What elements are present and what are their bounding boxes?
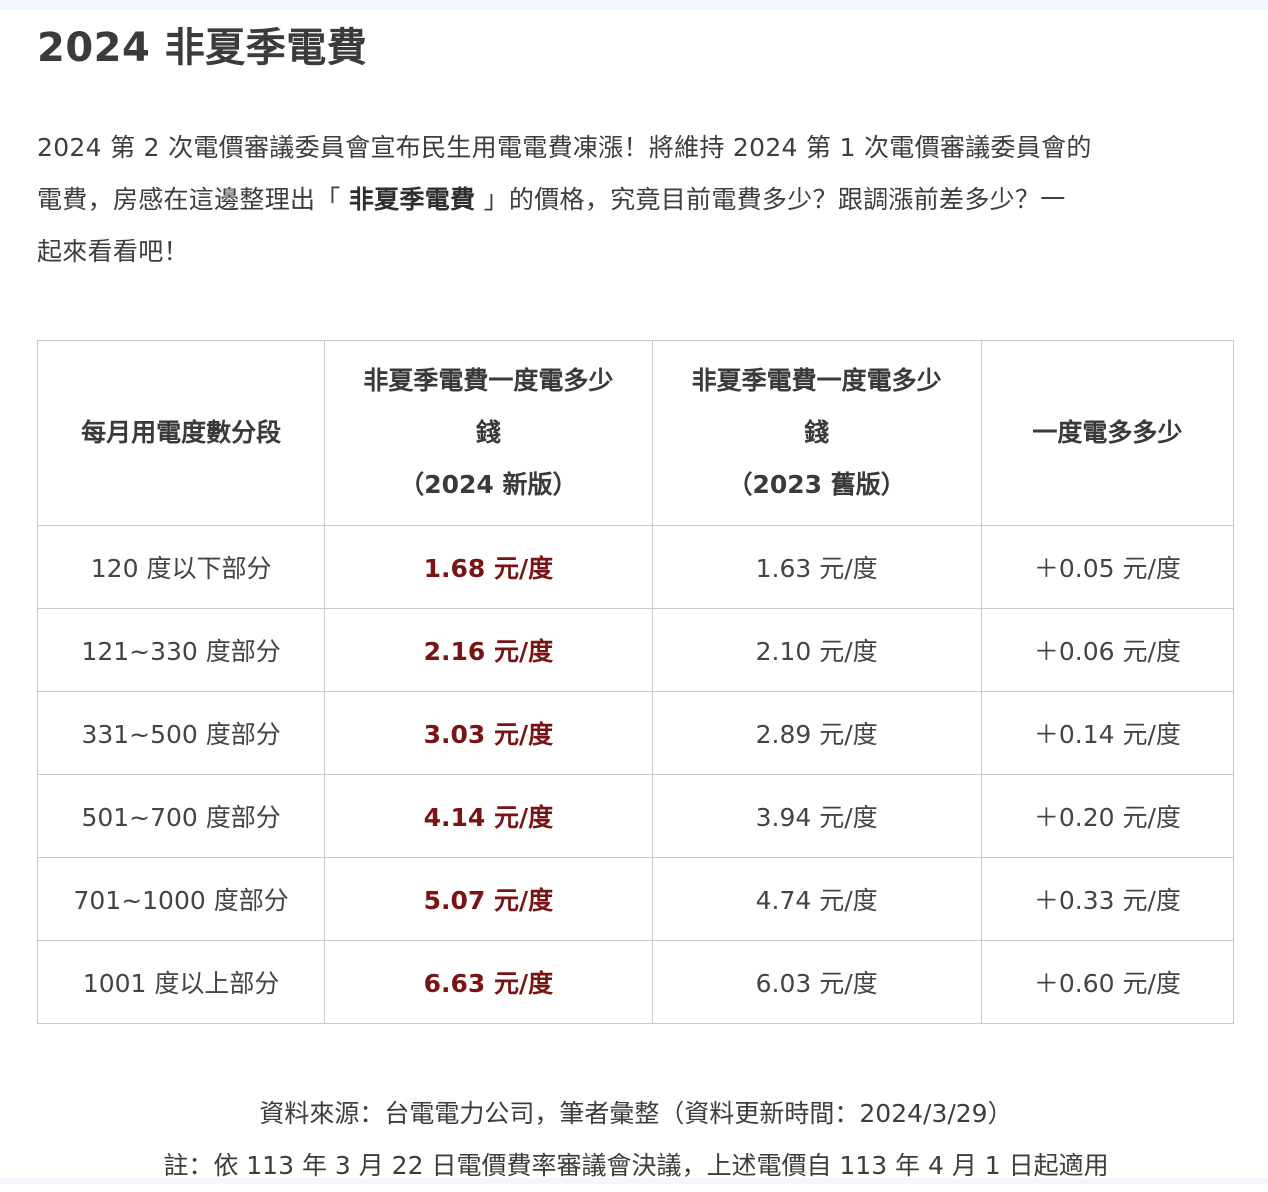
source-note: 資料來源：台電電力公司，筆者彙整（資料更新時間：2024/3/29） 註：依 1… — [37, 1088, 1235, 1192]
old-price-cell: 6.03 元/度 — [651, 940, 982, 1024]
top-divider — [0, 0, 1268, 10]
header-new-price-line2: 錢 — [475, 418, 501, 447]
header-new-price-line1: 非夏季電費一度電多少 — [363, 366, 614, 395]
new-price-cell: 3.03 元/度 — [324, 691, 653, 775]
difference-cell: ＋0.33 元/度 — [980, 857, 1235, 941]
table-row: 501~700 度部分 4.14 元/度 3.94 元/度 ＋0.20 元/度 — [36, 774, 1235, 858]
old-price-cell: 3.94 元/度 — [651, 774, 982, 858]
old-price-cell: 4.74 元/度 — [651, 857, 982, 941]
intro-highlight: 非夏季電費 — [348, 185, 476, 214]
intro-line-2-end: 」的價格，究竟目前電費多少？跟調漲前差多少？一 — [475, 185, 1066, 214]
table-row: 331~500 度部分 3.03 元/度 2.89 元/度 ＋0.14 元/度 — [36, 691, 1235, 775]
header-old-price-line2: 錢 — [804, 418, 830, 447]
header-new-price: 非夏季電費一度電多少 錢 （2024 新版） — [324, 340, 653, 526]
new-price-cell: 1.68 元/度 — [324, 525, 653, 609]
header-new-price-line3: （2024 新版） — [399, 470, 578, 499]
new-price-cell: 2.16 元/度 — [324, 608, 653, 692]
source-line: 資料來源：台電電力公司，筆者彙整（資料更新時間：2024/3/29） — [259, 1099, 1013, 1128]
old-price-cell: 1.63 元/度 — [651, 525, 982, 609]
table-header-row: 每月用電度數分段 非夏季電費一度電多少 錢 （2024 新版） 非夏季電費一度電… — [36, 340, 1235, 526]
usage-range-cell: 120 度以下部分 — [36, 525, 326, 609]
difference-cell: ＋0.05 元/度 — [980, 525, 1235, 609]
usage-range-cell: 701~1000 度部分 — [36, 857, 326, 941]
new-price-cell: 5.07 元/度 — [324, 857, 653, 941]
difference-cell: ＋0.06 元/度 — [980, 608, 1235, 692]
bottom-divider — [0, 1178, 1268, 1184]
header-old-price-line3: （2023 舊版） — [727, 470, 906, 499]
difference-cell: ＋0.20 元/度 — [980, 774, 1235, 858]
usage-range-cell: 1001 度以上部分 — [36, 940, 326, 1024]
table-row: 1001 度以上部分 6.63 元/度 6.03 元/度 ＋0.60 元/度 — [36, 940, 1235, 1024]
article-body: 2024 非夏季電費 2024 第 2 次電價審議委員會宣布民生用電電費凍漲！將… — [36, 18, 1235, 1192]
usage-range-cell: 501~700 度部分 — [36, 774, 326, 858]
header-old-price: 非夏季電費一度電多少 錢 （2023 舊版） — [651, 340, 982, 526]
usage-range-cell: 331~500 度部分 — [36, 691, 326, 775]
difference-cell: ＋0.14 元/度 — [980, 691, 1235, 775]
intro-line-1: 2024 第 2 次電價審議委員會宣布民生用電電費凍漲！將維持 2024 第 1… — [37, 133, 1092, 162]
table-row: 121~330 度部分 2.16 元/度 2.10 元/度 ＋0.06 元/度 — [36, 608, 1235, 692]
header-usage-range: 每月用電度數分段 — [36, 340, 326, 526]
page-title: 2024 非夏季電費 — [37, 25, 368, 71]
price-table: 每月用電度數分段 非夏季電費一度電多少 錢 （2024 新版） 非夏季電費一度電… — [36, 340, 1235, 1024]
intro-line-2-start: 電費，房感在這邊整理出「 — [37, 185, 349, 214]
header-difference: 一度電多多少 — [980, 340, 1235, 526]
old-price-cell: 2.89 元/度 — [651, 691, 982, 775]
intro-line-3: 起來看看吧！ — [37, 237, 189, 266]
new-price-cell: 4.14 元/度 — [324, 774, 653, 858]
table-row: 701~1000 度部分 5.07 元/度 4.74 元/度 ＋0.33 元/度 — [36, 857, 1235, 941]
old-price-cell: 2.10 元/度 — [651, 608, 982, 692]
footnote-line: 註：依 113 年 3 月 22 日電價費率審議會決議，上述電價自 113 年 … — [163, 1151, 1109, 1180]
new-price-cell: 6.63 元/度 — [324, 940, 653, 1024]
table-row: 120 度以下部分 1.68 元/度 1.63 元/度 ＋0.05 元/度 — [36, 525, 1235, 609]
usage-range-cell: 121~330 度部分 — [36, 608, 326, 692]
header-old-price-line1: 非夏季電費一度電多少 — [691, 366, 942, 395]
intro-paragraph: 2024 第 2 次電價審議委員會宣布民生用電電費凍漲！將維持 2024 第 1… — [37, 122, 1235, 278]
difference-cell: ＋0.60 元/度 — [980, 940, 1235, 1024]
